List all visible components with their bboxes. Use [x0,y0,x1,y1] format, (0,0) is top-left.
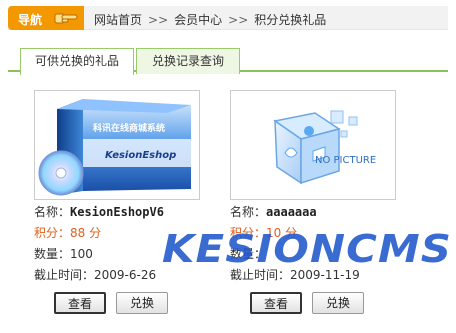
software-box-image: 科讯在线商城系统 KesionEshop [35,91,199,199]
points-label: 积分： [34,226,71,240]
tab-redeem-history[interactable]: 兑换记录查询 [136,48,240,74]
pointing-hand-icon [54,13,78,24]
gift-points: 10 分 [266,226,298,240]
nav-tag: 导航 [8,6,84,30]
redeem-button[interactable]: 兑换 [312,292,364,314]
gift-card: 科讯在线商城系统 KesionEshop 名称：KesionEshopV6 积分… [28,84,214,324]
quantity-label: 数量： [230,247,267,261]
breadcrumb-separator: >> [228,13,249,27]
gift-quantity: 100 [70,247,93,261]
breadcrumb: 网站首页 >> 会员中心 >> 积分兑换礼品 [94,11,326,28]
tab-available-gifts[interactable]: 可供兑换的礼品 [20,48,134,75]
box-title-text: 科讯在线商城系统 [93,122,165,134]
gift-name: aaaaaaa [266,205,317,219]
breadcrumb-current-page: 积分兑换礼品 [254,13,327,27]
name-label: 名称： [34,205,71,219]
gift-name: KesionEshopV6 [70,205,164,219]
name-label: 名称： [230,205,267,219]
gift-image[interactable]: NO PICTURE [230,90,396,200]
breadcrumb-member-center-link[interactable]: 会员中心 [174,11,222,28]
no-picture-text: NO PICTURE [315,155,376,166]
gift-info: 名称：aaaaaaa 积分：10 分 数量： 截止时间：2009-11-19 [230,202,406,286]
gift-points: 88 分 [70,226,102,240]
points-label: 积分： [230,226,267,240]
gift-deadline: 2009-6-26 [94,268,157,282]
view-button[interactable]: 查看 [54,292,106,314]
gift-image[interactable]: 科讯在线商城系统 KesionEshop [34,90,200,200]
no-picture-image: NO PICTURE [231,91,395,199]
tab-bar: 可供兑换的礼品 兑换记录查询 [8,44,448,75]
gift-deadline: 2009-11-19 [290,268,360,282]
quantity-label: 数量： [34,247,71,261]
redeem-button[interactable]: 兑换 [116,292,168,314]
deadline-label: 截止时间： [34,268,95,282]
breadcrumb-separator: >> [148,13,169,27]
box-logo-text: KesionEshop [105,150,176,161]
gift-info: 名称：KesionEshopV6 积分：88 分 数量：100 截止时间：200… [34,202,210,286]
breadcrumb-home-link[interactable]: 网站首页 [94,11,142,28]
gift-actions: 查看 兑换 [250,292,380,316]
breadcrumb-bar: 导航 网站首页 >> 会员中心 >> 积分兑换礼品 [8,6,448,30]
gift-actions: 查看 兑换 [54,292,184,316]
deadline-label: 截止时间： [230,268,291,282]
gift-card: NO PICTURE 名称：aaaaaaa 积分：10 分 数量： 截止时间：2… [224,84,410,324]
nav-tag-label: 导航 [18,13,43,27]
view-button[interactable]: 查看 [250,292,302,314]
